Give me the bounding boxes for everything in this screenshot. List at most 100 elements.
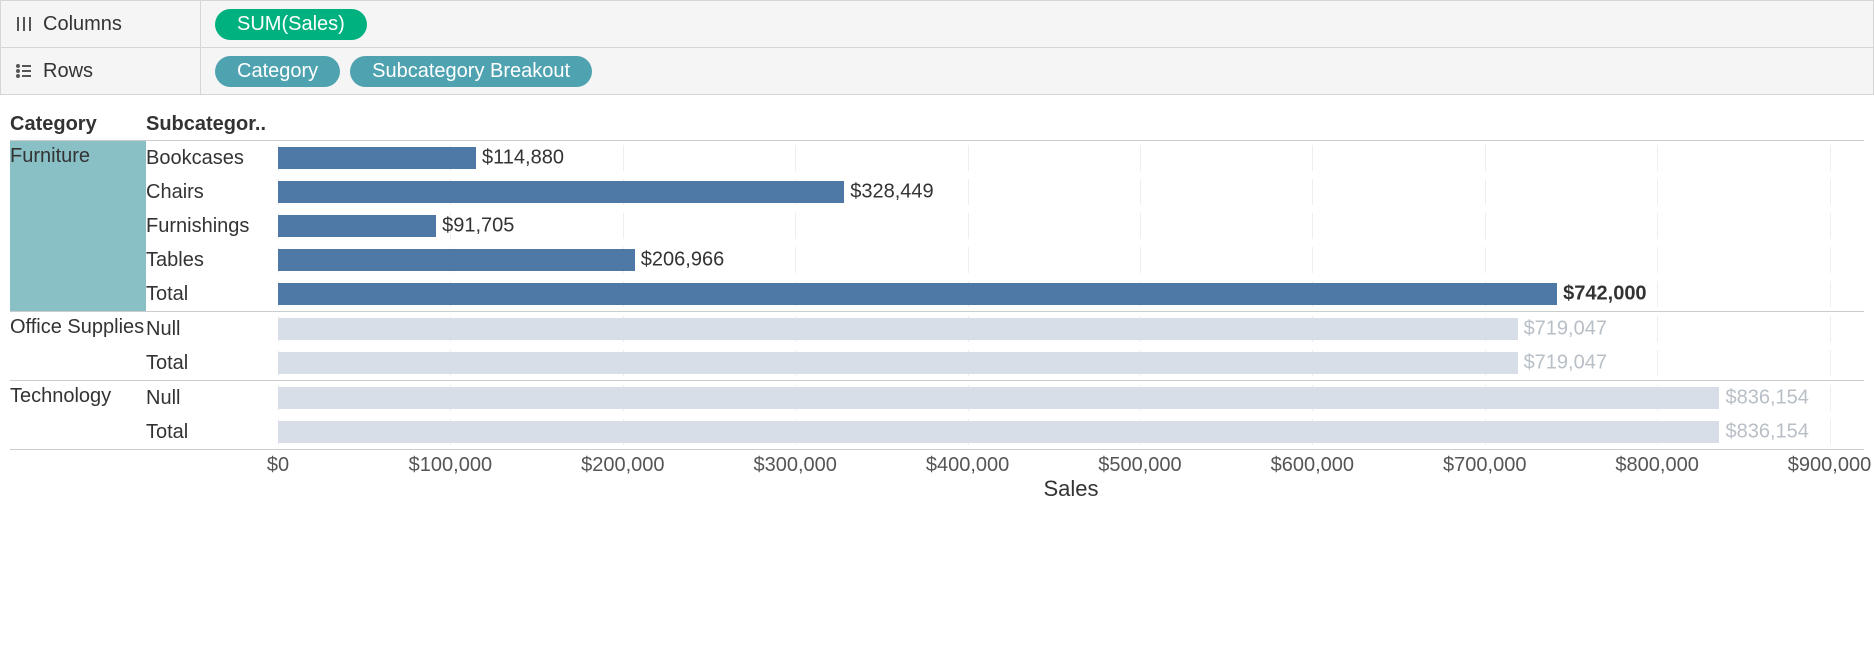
bar-track: $114,880	[278, 145, 1864, 171]
axis-tick: $200,000	[581, 454, 664, 477]
category-rows: Bookcases $114,880 Chairs $328,449 Furnishin…	[146, 141, 1864, 311]
gridline	[1830, 281, 1831, 307]
pill-subcategory-breakout[interactable]: Subcategory Breakout	[350, 56, 592, 87]
table-row: Tables$206,966	[146, 243, 1864, 277]
gridline	[968, 145, 969, 171]
gridline	[1140, 179, 1141, 205]
rows-icon	[15, 62, 33, 80]
bar[interactable]	[278, 181, 844, 203]
gridline	[1830, 350, 1831, 376]
bar[interactable]	[278, 352, 1518, 374]
table-row: Furnishings $91,705	[146, 209, 1864, 243]
gridline	[1312, 247, 1313, 273]
gridline	[1485, 145, 1486, 171]
columns-shelf[interactable]: Columns SUM(Sales)	[1, 1, 1873, 48]
header-category[interactable]: Category	[10, 113, 146, 136]
axis-tick: $800,000	[1615, 454, 1698, 477]
gridline	[1830, 145, 1831, 171]
x-axis-area[interactable]: Sales $0$100,000$200,000$300,000$400,000…	[278, 450, 1864, 500]
gridline	[795, 145, 796, 171]
gridline	[1312, 179, 1313, 205]
axis-tick: $700,000	[1443, 454, 1526, 477]
axis-tick: $500,000	[1098, 454, 1181, 477]
gridline	[1657, 316, 1658, 342]
gridline	[1657, 179, 1658, 205]
subcategory-cell[interactable]: Total	[146, 283, 278, 306]
subcategory-cell[interactable]: Total	[146, 352, 278, 375]
header-bars-spacer	[278, 113, 1864, 136]
gridline	[968, 247, 969, 273]
bar-value-label: $719,047	[1524, 352, 1607, 375]
axis-tick: $300,000	[753, 454, 836, 477]
table-row: Bookcases $114,880	[146, 141, 1864, 175]
bar-track: $719,047	[278, 316, 1864, 342]
gridline	[1312, 213, 1313, 239]
gridline	[1657, 350, 1658, 376]
gridline	[1657, 247, 1658, 273]
subcategory-cell[interactable]: Bookcases	[146, 147, 278, 170]
bar-value-label: $328,449	[850, 181, 933, 204]
gridline	[1140, 247, 1141, 273]
category-cell[interactable]: Furniture	[10, 141, 146, 311]
category-cell[interactable]: Office Supplies	[10, 312, 146, 380]
x-axis-title: Sales	[278, 476, 1864, 502]
table-row: Total $742,000	[146, 277, 1864, 311]
gridline	[1830, 419, 1831, 445]
gridline	[968, 179, 969, 205]
pill-sum-sales[interactable]: SUM(Sales)	[215, 9, 367, 40]
bar[interactable]	[278, 249, 635, 271]
bar[interactable]	[278, 421, 1719, 443]
table-row: Chairs $328,449	[146, 175, 1864, 209]
category-rows: Null$719,047Total$719,047	[146, 312, 1864, 380]
axis-tick: $400,000	[926, 454, 1009, 477]
bar-value-label: $836,154	[1725, 421, 1808, 444]
bar-track: $719,047	[278, 350, 1864, 376]
gridline	[1140, 213, 1141, 239]
bar[interactable]	[278, 147, 476, 169]
columns-shelf-label: Columns	[1, 1, 201, 47]
subcategory-cell[interactable]: Total	[146, 421, 278, 444]
chart-body: FurnitureBookcases $114,880 Chairs $328,449…	[10, 140, 1864, 450]
pill-category[interactable]: Category	[215, 56, 340, 87]
subcategory-cell[interactable]: Null	[146, 387, 278, 410]
bar[interactable]	[278, 387, 1719, 409]
gridline	[1312, 145, 1313, 171]
columns-pills: SUM(Sales)	[201, 9, 367, 40]
category-cell[interactable]: Technology	[10, 381, 146, 449]
gridline	[1485, 247, 1486, 273]
gridline	[1830, 179, 1831, 205]
gridline	[1140, 145, 1141, 171]
subcategory-cell[interactable]: Chairs	[146, 181, 278, 204]
header-subcategory[interactable]: Subcategor..	[146, 113, 278, 136]
subcategory-cell[interactable]: Furnishings	[146, 215, 278, 238]
bar[interactable]	[278, 283, 1557, 305]
subcategory-cell[interactable]: Tables	[146, 249, 278, 272]
gridline	[623, 213, 624, 239]
bar-track: $91,705	[278, 213, 1864, 239]
bar-value-label: $742,000	[1563, 283, 1646, 306]
gridline	[968, 213, 969, 239]
axis-spacer-sub	[146, 450, 278, 500]
axis-spacer-cat	[10, 450, 146, 500]
bar-track: $206,966	[278, 247, 1864, 273]
subcategory-cell[interactable]: Null	[146, 318, 278, 341]
category-group: FurnitureBookcases $114,880 Chairs $328,449…	[10, 140, 1864, 311]
rows-label-text: Rows	[43, 60, 93, 83]
table-row: Null$719,047	[146, 312, 1864, 346]
bar-track: $836,154	[278, 419, 1864, 445]
bar-track: $328,449	[278, 179, 1864, 205]
table-row: Null$836,154	[146, 381, 1864, 415]
gridline	[1485, 179, 1486, 205]
x-axis: Sales $0$100,000$200,000$300,000$400,000…	[10, 450, 1864, 500]
rows-shelf[interactable]: Rows Category Subcategory Breakout	[1, 48, 1873, 95]
bar[interactable]	[278, 318, 1518, 340]
bar-value-label: $114,880	[482, 147, 564, 170]
columns-label-text: Columns	[43, 13, 122, 36]
rows-pills: Category Subcategory Breakout	[201, 56, 592, 87]
bar[interactable]	[278, 215, 436, 237]
gridline	[1830, 247, 1831, 273]
gridline	[1830, 385, 1831, 411]
category-group: Office SuppliesNull$719,047Total$719,047	[10, 311, 1864, 380]
bar-track: $742,000	[278, 281, 1864, 307]
bar-value-label: $91,705	[442, 215, 514, 238]
